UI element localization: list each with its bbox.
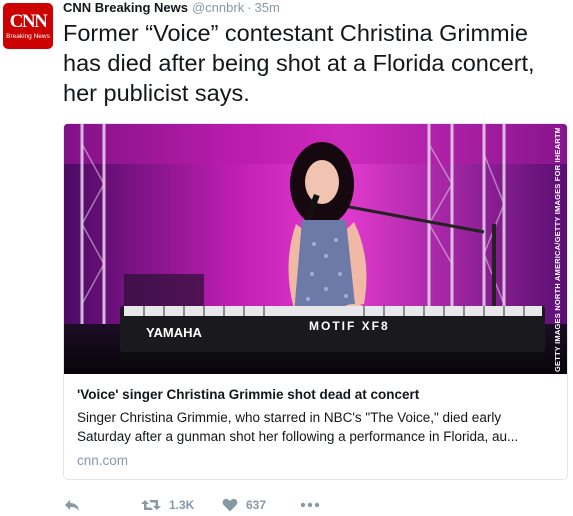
retweet-icon (141, 500, 161, 510)
tweet-actions: 1.3K 637 (63, 495, 569, 515)
keyboard-brand-text: YAMAHA (146, 325, 202, 340)
more-button[interactable] (300, 502, 320, 508)
heart-icon (222, 498, 238, 512)
like-count: 637 (246, 498, 267, 512)
card-photo[interactable]: YAMAHA MOTIF XF8 GETTY IMAGES NORTH AMER… (64, 124, 567, 374)
card-title[interactable]: 'Voice' singer Christina Grimmie shot de… (77, 386, 554, 403)
tweet-text: Former “Voice” contestant Christina Grim… (63, 20, 535, 106)
card-domain[interactable]: cnn.com (77, 453, 554, 468)
retweet-count: 1.3K (169, 498, 195, 512)
keyboard-model-text: MOTIF XF8 (309, 319, 390, 333)
separator: · (247, 0, 252, 15)
reply-icon (65, 500, 79, 511)
link-card[interactable]: YAMAHA MOTIF XF8 GETTY IMAGES NORTH AMER… (63, 123, 568, 480)
account-handle[interactable]: @cnnbrk (192, 0, 244, 15)
tweet: CNN Breaking News @cnnbrk · 35m Former “… (63, 0, 569, 512)
card-description: Singer Christina Grimmie, who starred in… (77, 410, 519, 444)
retweet-button[interactable]: 1.3K (141, 498, 194, 512)
more-icon (300, 502, 320, 508)
concert-photo: YAMAHA MOTIF XF8 (64, 124, 567, 374)
timestamp[interactable]: 35m (255, 0, 280, 15)
photo-credit: GETTY IMAGES NORTH AMERICA/GETTY IMAGES … (553, 128, 562, 372)
avatar-logo: CNN (9, 10, 48, 32)
account-name[interactable]: CNN Breaking News (63, 0, 188, 15)
reply-button[interactable] (64, 498, 80, 512)
tweet-header: CNN Breaking News @cnnbrk · 35m (63, 0, 569, 17)
avatar-subtitle: Breaking News (6, 32, 50, 40)
avatar[interactable]: CNN Breaking News (3, 3, 53, 49)
like-button[interactable]: 637 (222, 498, 266, 512)
card-body[interactable]: 'Voice' singer Christina Grimmie shot de… (64, 374, 567, 468)
